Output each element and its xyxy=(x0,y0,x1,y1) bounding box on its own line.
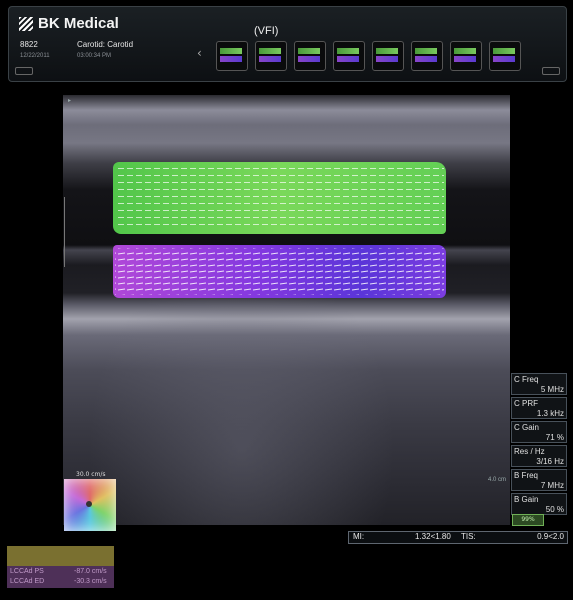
color-scale-label: 30.0 cm/s xyxy=(76,471,106,478)
measurement-label: LCCAd PS xyxy=(10,568,44,575)
param-c-prf[interactable]: C PRF 1.3 kHz xyxy=(511,397,567,419)
measurement-results: LCCAd PS -87.0 cm/s LCCAd ED -30.3 cm/s xyxy=(7,566,114,588)
thumbnail[interactable] xyxy=(294,41,326,71)
mi-label: MI: xyxy=(353,532,365,541)
parameter-panel: C Freq 5 MHz C PRF 1.3 kHz C Gain 71 % R… xyxy=(511,373,567,517)
exam-date: 12/22/2011 xyxy=(20,53,50,59)
param-value: 1.3 kHz xyxy=(536,409,564,418)
thumbnail[interactable] xyxy=(372,41,404,71)
param-b-gain[interactable]: B Gain 50 % xyxy=(511,493,567,515)
param-label: C Gain xyxy=(514,423,539,432)
depth-ruler xyxy=(64,197,70,267)
probe-orientation-icon: ▸ xyxy=(68,98,72,104)
param-value: 3/16 Hz xyxy=(536,457,564,466)
param-c-freq[interactable]: C Freq 5 MHz xyxy=(511,373,567,395)
thumbnail[interactable] xyxy=(255,41,287,71)
tis-label: TIS: xyxy=(461,532,476,541)
right-corner-button[interactable] xyxy=(542,67,560,75)
param-c-gain[interactable]: C Gain 71 % xyxy=(511,421,567,443)
mi-value: 1.32<1.80 xyxy=(415,532,451,541)
thumbnail[interactable] xyxy=(333,41,365,71)
param-b-freq[interactable]: B Freq 7 MHz xyxy=(511,469,567,491)
measurement-label: LCCAd ED xyxy=(10,578,45,585)
measurement-row: LCCAd ED -30.3 cm/s xyxy=(10,578,107,585)
safety-indices-bar: MI: 1.32<1.80 TIS: 0.9<2.0 xyxy=(348,531,568,544)
param-value: 5 MHz xyxy=(540,385,564,394)
brand-name: BK Medical xyxy=(38,15,119,32)
param-value: 50 % xyxy=(545,505,564,514)
measurement-value: -30.3 cm/s xyxy=(74,578,107,585)
brand-logo: BK Medical xyxy=(19,15,119,32)
flow-vector-arrows xyxy=(115,165,444,295)
param-value: 7 MHz xyxy=(540,481,564,490)
battery-indicator: 99% xyxy=(512,514,544,526)
thumbnail[interactable] xyxy=(489,41,521,71)
exam-time: 03:00:34 PM xyxy=(77,53,112,59)
header-bar: BK Medical 8822 12/22/2011 Carotid: Caro… xyxy=(8,6,567,82)
vfi-color-wheel xyxy=(64,479,116,531)
param-value: 71 % xyxy=(545,433,564,442)
chevron-left-icon[interactable]: ‹ xyxy=(197,46,202,60)
param-label: B Gain xyxy=(514,495,539,504)
param-label: C Freq xyxy=(514,375,539,384)
depth-label: 4.0 cm xyxy=(487,477,506,483)
ultrasound-image[interactable]: ▸ 4.0 cm xyxy=(63,95,510,525)
bk-logo-icon xyxy=(19,16,33,31)
param-label: C PRF xyxy=(514,399,538,408)
thumbnail-strip xyxy=(216,41,521,71)
left-corner-button[interactable] xyxy=(15,67,33,75)
imaging-mode-label: (VFI) xyxy=(254,25,279,37)
param-label: B Freq xyxy=(514,471,539,480)
exam-name: Carotid: Carotid xyxy=(77,40,134,49)
thumbnail[interactable] xyxy=(411,41,443,71)
measurement-row: LCCAd PS -87.0 cm/s xyxy=(10,568,107,575)
measurement-value: -87.0 cm/s xyxy=(74,568,107,575)
tis-value: 0.9<2.0 xyxy=(537,532,564,541)
param-label: Res / Hz xyxy=(514,447,545,456)
thumbnail[interactable] xyxy=(450,41,482,71)
thumbnail[interactable] xyxy=(216,41,248,71)
measurement-header xyxy=(7,546,114,566)
patient-id: 8822 xyxy=(20,40,38,49)
param-res-hz[interactable]: Res / Hz 3/16 Hz xyxy=(511,445,567,467)
